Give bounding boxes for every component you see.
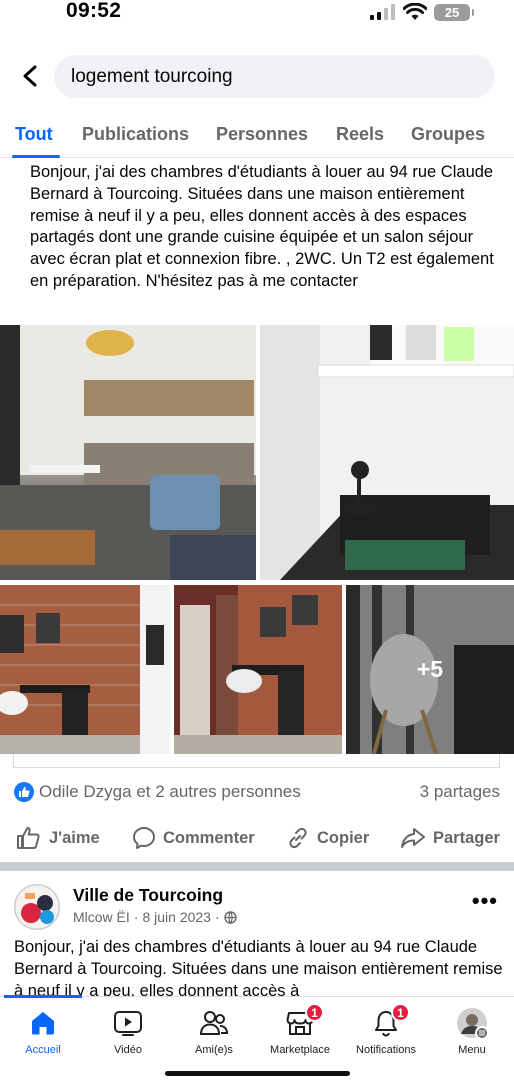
search-tabs: Tout Publications Personnes Reels Groupe… <box>0 112 514 158</box>
post-photo-brick-room[interactable] <box>174 585 342 754</box>
comment-button[interactable]: Commenter <box>132 822 255 854</box>
marketplace-badge: 1 <box>305 1003 324 1022</box>
post-date[interactable]: 8 juin 2023 <box>142 909 211 925</box>
status-time: 09:52 <box>66 0 122 22</box>
kitchen-photo-graphic <box>0 325 256 580</box>
back-arrow-icon <box>23 65 37 87</box>
battery-icon: 25 <box>434 3 474 21</box>
nav-menu[interactable]: Menu <box>427 1007 514 1056</box>
home-indicator <box>165 1071 350 1076</box>
reaction-names[interactable]: Odile Dzyga et 2 autres personnes <box>39 782 301 802</box>
post-author-name[interactable]: Ville de Tourcoing <box>73 885 223 906</box>
more-photos-count: +5 <box>416 656 444 682</box>
more-photos-overlay[interactable]: +5 <box>346 585 514 754</box>
search-header: logement tourcoing <box>0 54 514 100</box>
post-meta: Mlcow ËI · 8 juin 2023 · <box>73 909 237 925</box>
nav-friends-label: Ami(e)s <box>195 1044 233 1056</box>
post-actions: J'aime Commenter Copier Partager <box>0 822 514 854</box>
tab-tout[interactable]: Tout <box>15 124 53 145</box>
globe-icon <box>223 910 237 924</box>
brick-desk-photo-graphic <box>0 585 170 754</box>
meta-separator: · <box>133 909 139 925</box>
post-meta-user[interactable]: Mlcow ËI <box>73 909 130 925</box>
comment-icon <box>133 827 155 849</box>
profile-avatar-icon <box>456 1007 488 1039</box>
page-avatar[interactable] <box>14 884 60 930</box>
copy-link-button[interactable]: Copier <box>286 822 369 854</box>
tab-publications[interactable]: Publications <box>82 124 189 145</box>
marketplace-icon: 1 <box>284 1003 324 1039</box>
link-icon <box>289 827 307 849</box>
status-bar: 09:52 25 <box>0 0 514 30</box>
post-photo-brick-desk[interactable] <box>0 585 170 754</box>
share-label: Partager <box>433 828 500 847</box>
nav-video[interactable]: Vidéo <box>83 1007 173 1056</box>
avatar-graphic <box>15 885 59 929</box>
post-photo-kitchen[interactable] <box>0 325 256 580</box>
home-icon <box>27 1007 59 1039</box>
brick-room-photo-graphic <box>174 585 342 754</box>
tab-groupes[interactable]: Groupes <box>411 124 485 145</box>
comment-label: Commenter <box>163 828 255 847</box>
meta-separator: · <box>214 909 220 925</box>
post-text[interactable]: Bonjour, j'ai des chambres d'étudiants à… <box>14 937 504 1002</box>
bell-icon: 1 <box>370 1003 410 1039</box>
shares-count[interactable]: 3 partages <box>420 782 500 802</box>
active-tab-indicator <box>12 155 60 158</box>
nav-friends[interactable]: Ami(e)s <box>169 1007 259 1056</box>
search-input[interactable]: logement tourcoing <box>54 55 495 98</box>
post-photo-chair[interactable]: +5 <box>346 585 514 754</box>
nav-notifications[interactable]: 1 Notifications <box>341 1003 431 1056</box>
nav-menu-label: Menu <box>458 1044 486 1056</box>
signal-icon <box>370 4 395 20</box>
like-reaction-icon <box>14 782 34 802</box>
search-query: logement tourcoing <box>71 65 233 87</box>
post-reactions-bar: Odile Dzyga et 2 autres personnes 3 part… <box>14 780 500 804</box>
wifi-icon <box>403 3 427 20</box>
nav-home[interactable]: Accueil <box>0 1007 88 1056</box>
notifications-badge: 1 <box>391 1003 410 1022</box>
feed-divider <box>0 862 514 871</box>
nav-notifications-label: Notifications <box>356 1044 416 1056</box>
nav-video-label: Vidéo <box>114 1044 142 1056</box>
battery-level: 25 <box>444 4 460 20</box>
share-button[interactable]: Partager <box>400 822 500 854</box>
back-button[interactable] <box>16 62 44 90</box>
like-label: J'aime <box>49 828 100 847</box>
nav-home-label: Accueil <box>25 1044 61 1056</box>
post-text[interactable]: Bonjour, j'ai des chambres d'étudiants à… <box>30 162 500 293</box>
post-photo-desk[interactable] <box>260 325 514 580</box>
like-button[interactable]: J'aime <box>16 822 100 854</box>
share-arrow-icon <box>401 828 425 848</box>
video-icon <box>112 1007 144 1039</box>
tab-personnes[interactable]: Personnes <box>216 124 308 145</box>
post-attachment-border <box>13 754 500 768</box>
copy-label: Copier <box>317 828 370 847</box>
nav-marketplace[interactable]: 1 Marketplace <box>255 1003 345 1056</box>
tab-reels[interactable]: Reels <box>336 124 384 145</box>
nav-marketplace-label: Marketplace <box>270 1044 330 1056</box>
status-icons: 25 <box>370 3 474 21</box>
thumbs-up-icon <box>17 827 40 849</box>
post-more-options-button[interactable]: ••• <box>472 888 498 914</box>
friends-icon <box>198 1007 230 1039</box>
desk-photo-graphic <box>260 325 514 580</box>
active-nav-indicator <box>4 995 82 998</box>
bottom-navigation: Accueil Vidéo Ami(e)s 1 Marketplace 1 No… <box>0 995 514 1080</box>
